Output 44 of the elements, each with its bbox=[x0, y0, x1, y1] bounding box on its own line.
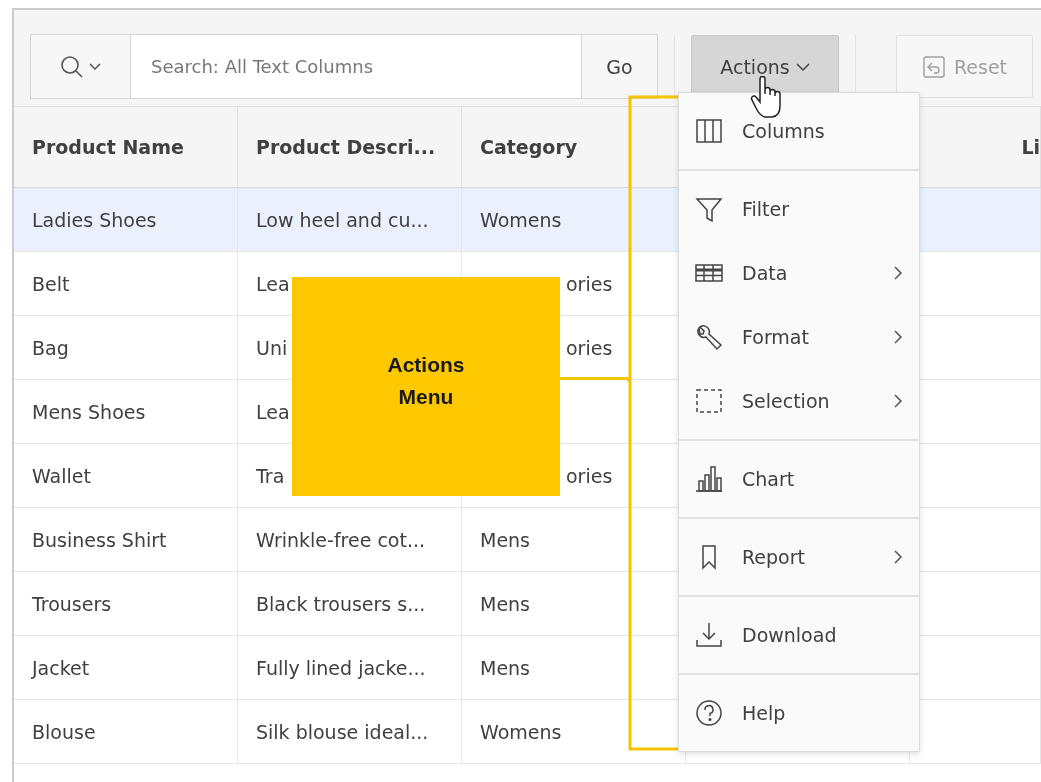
table-cell: ories bbox=[566, 464, 613, 487]
table-cell: Black trousers s... bbox=[256, 592, 426, 615]
table-cell: Blouse bbox=[32, 720, 96, 743]
table-cell: Lea bbox=[256, 272, 290, 295]
table-cell: Wallet bbox=[32, 464, 91, 487]
table-cell: Tra bbox=[256, 464, 285, 487]
chart-icon bbox=[694, 464, 724, 494]
chevron-right-icon bbox=[893, 329, 903, 345]
table-cell: Fully lined jacke... bbox=[256, 656, 426, 679]
table-cell: Mens bbox=[480, 656, 531, 679]
table-cell: Bag bbox=[32, 336, 69, 359]
table-cell: Lea bbox=[256, 400, 290, 423]
table-cell: Ladies Shoes bbox=[32, 208, 157, 231]
table-cell: Low heel and cu... bbox=[256, 208, 429, 231]
table-cell: Mens bbox=[480, 592, 531, 615]
menu-item[interactable]: Chart bbox=[679, 447, 919, 511]
menu-item[interactable]: Selection bbox=[679, 369, 919, 433]
table-cell: Belt bbox=[32, 272, 70, 295]
chevron-right-icon bbox=[893, 549, 903, 565]
chevron-right-icon bbox=[893, 265, 903, 281]
download-icon bbox=[694, 620, 724, 650]
table-cell: ories bbox=[566, 272, 613, 295]
callout-label: Actions Menu bbox=[387, 352, 465, 410]
selection-icon bbox=[694, 386, 724, 416]
table-cell: Wrinkle-free cot... bbox=[256, 528, 426, 551]
format-icon bbox=[694, 322, 724, 352]
table-cell: ories bbox=[566, 336, 613, 359]
table-cell: Womens bbox=[480, 720, 562, 743]
table-cell: Uni bbox=[256, 336, 288, 359]
chevron-right-icon bbox=[893, 393, 903, 409]
column-header[interactable]: Product Name bbox=[14, 107, 238, 187]
columns-icon bbox=[694, 116, 724, 146]
table-cell: Business Shirt bbox=[32, 528, 167, 551]
help-icon bbox=[694, 698, 724, 728]
table-cell: Silk blouse ideal... bbox=[256, 720, 429, 743]
table-cell: Jacket bbox=[32, 656, 90, 679]
reset-icon bbox=[921, 54, 946, 79]
menu-item[interactable]: Format bbox=[679, 305, 919, 369]
table-cell: Trousers bbox=[32, 592, 112, 615]
chevron-down-icon bbox=[795, 61, 810, 72]
table-cell: Womens bbox=[480, 208, 562, 231]
column-header[interactable]: Product Descri... bbox=[238, 107, 462, 187]
table-cell: Mens Shoes bbox=[32, 400, 146, 423]
table-cell: Mens bbox=[480, 528, 531, 551]
